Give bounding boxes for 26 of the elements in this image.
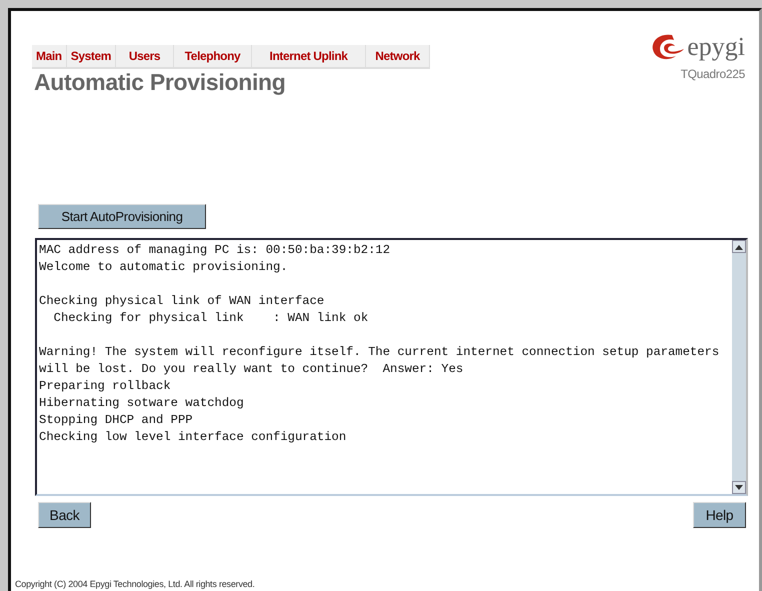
- back-button[interactable]: Back: [38, 502, 91, 528]
- log-line: Warning! The system will reconfigure itself. The current internet connection setup parameters will be lost. Do you really want to continue? Answer: Yes: [39, 345, 720, 376]
- nav-tab[interactable]: Telephony: [174, 45, 252, 67]
- nav-tab[interactable]: Internet Uplink: [252, 45, 366, 67]
- help-button[interactable]: Help: [693, 502, 746, 528]
- log-line: Hibernating sotware watchdog: [39, 396, 244, 410]
- log-line: Stopping DHCP and PPP: [39, 413, 193, 427]
- log-line: Welcome to automatic provisioning.: [39, 260, 288, 274]
- log-output-area[interactable]: [35, 238, 748, 496]
- log-line: MAC address of managing PC is: 00:50:ba:39:b2:12: [39, 243, 390, 257]
- logo-text: epygi: [687, 32, 745, 62]
- start-autoprovisioning-button[interactable]: Start AutoProvisioning: [38, 204, 206, 229]
- copyright-text: Copyright (C) 2004 Epygi Technologies, Ltd. All rights reserved.: [15, 579, 255, 589]
- scrollbar[interactable]: [732, 240, 746, 494]
- model-name: TQuadro225: [680, 67, 745, 81]
- nav-tab[interactable]: Main: [32, 45, 67, 67]
- scroll-up-icon[interactable]: [732, 240, 746, 253]
- nav-tab[interactable]: System: [66, 45, 116, 67]
- log-line: Checking physical link of WAN interface: [39, 294, 324, 308]
- nav-tab[interactable]: Network: [366, 45, 430, 67]
- scroll-down-icon[interactable]: [732, 481, 746, 494]
- log-line: Checking low level interface configuration: [39, 430, 346, 444]
- page-title: Automatic Provisioning: [34, 69, 286, 96]
- nav-tab[interactable]: Users: [116, 45, 174, 67]
- log-line: Preparing rollback: [39, 379, 171, 393]
- log-line: Checking for physical link : WAN link ok: [52, 311, 368, 325]
